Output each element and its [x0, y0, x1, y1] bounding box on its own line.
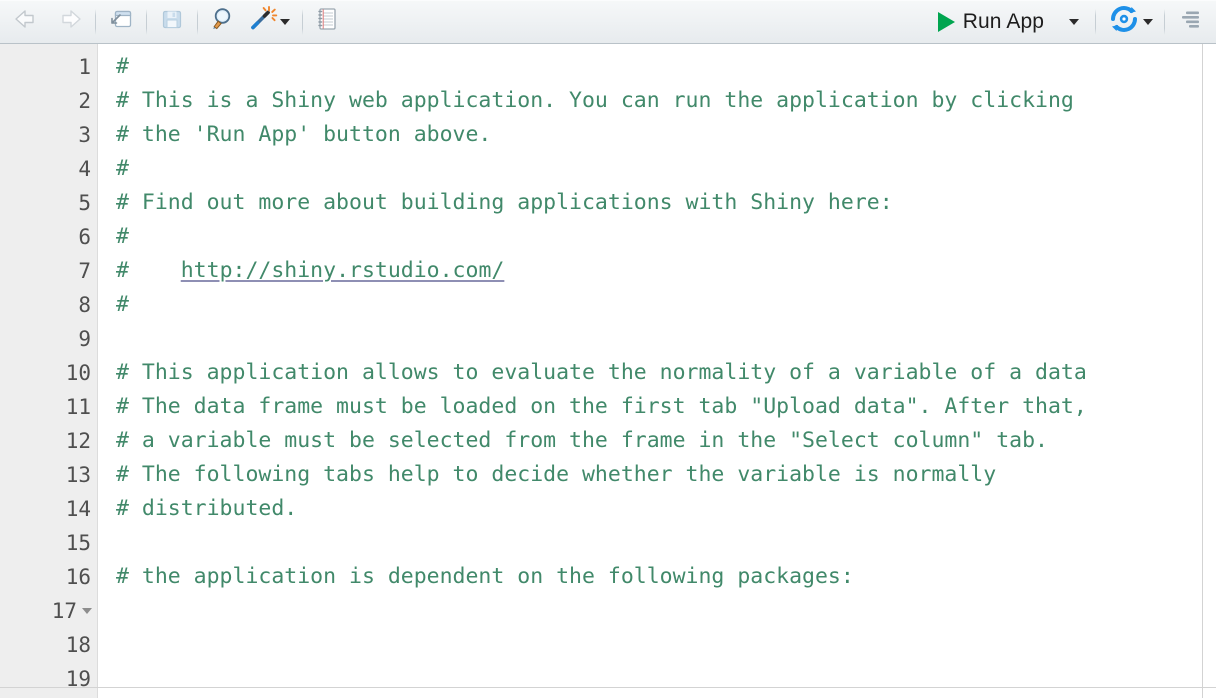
- run-app-button[interactable]: Run App: [932, 6, 1058, 38]
- vertical-scrollbar[interactable]: [1202, 44, 1216, 698]
- code-line: # a variable must be selected from the f…: [116, 428, 1048, 453]
- chevron-down-icon: [1069, 18, 1079, 25]
- line-number: 10: [65, 361, 91, 385]
- back-button[interactable]: [8, 6, 48, 38]
- code-line: # The following tabs help to decide whet…: [116, 462, 997, 487]
- code-line: # http://shiny.rstudio.com/: [116, 258, 505, 283]
- publish-button[interactable]: [1103, 6, 1157, 38]
- toolbar-separator: [146, 8, 147, 35]
- code-line: #: [116, 224, 129, 249]
- code-tools-magic-wand-icon: [248, 6, 278, 37]
- line-number: 17: [0, 594, 97, 628]
- source-editor-pane: Run App 1 2 3 4 5 6 7 8 9 10 11 12 13 14…: [0, 0, 1216, 698]
- line-number: 14: [65, 497, 91, 521]
- compile-report-notebook-icon: [315, 6, 339, 37]
- line-number: 7: [78, 259, 91, 283]
- code-line: # the application is dependent on the fo…: [116, 564, 854, 589]
- toolbar-separator: [95, 8, 96, 35]
- save-icon: [159, 7, 185, 36]
- editor-toolbar: Run App: [0, 0, 1216, 44]
- code-line: #: [116, 156, 129, 181]
- line-number: 6: [78, 225, 91, 249]
- editor-body: 1 2 3 4 5 6 7 8 9 10 11 12 13 14 15 16 1…: [0, 44, 1216, 698]
- code-fold-toggle-icon[interactable]: [81, 594, 93, 628]
- forward-arrow-icon: [53, 8, 83, 35]
- line-number: 18: [65, 633, 91, 657]
- code-line: #: [116, 292, 129, 317]
- line-number: 12: [65, 429, 91, 453]
- shiny-docs-link[interactable]: http://shiny.rstudio.com/: [181, 258, 505, 283]
- save-button[interactable]: [154, 6, 190, 38]
- gutter-bottom-fill: [0, 688, 98, 698]
- toolbar-separator: [302, 8, 303, 35]
- run-app-dropdown-button[interactable]: [1058, 6, 1088, 38]
- code-line: # The data frame must be loaded on the f…: [116, 394, 1087, 419]
- toolbar-separator: [1164, 8, 1165, 35]
- code-line: # the 'Run App' button above.: [116, 122, 492, 147]
- code-line: #: [116, 54, 129, 79]
- code-line: # This application allows to evaluate th…: [116, 360, 1087, 385]
- compile-report-button[interactable]: [310, 6, 344, 38]
- document-outline-button[interactable]: [1172, 6, 1210, 38]
- code-line: install.packages("moments"): [98, 628, 1216, 662]
- code-tools-button[interactable]: [243, 6, 295, 38]
- line-number: 2: [78, 89, 91, 113]
- editor-bottom-divider: [0, 687, 1216, 688]
- publish-icon: [1107, 6, 1141, 37]
- back-arrow-icon: [13, 8, 43, 35]
- code-line: # distributed.: [116, 496, 298, 521]
- line-number: 1: [78, 55, 91, 79]
- chevron-down-icon: [1143, 18, 1153, 25]
- show-in-new-window-button[interactable]: [103, 6, 139, 38]
- find-replace-icon: [210, 6, 238, 37]
- code-line: # This is a Shiny web application. You c…: [116, 88, 1074, 113]
- line-number: 16: [65, 565, 91, 589]
- show-in-new-window-icon: [108, 7, 134, 36]
- line-number: 4: [78, 157, 91, 181]
- toolbar-separator: [1095, 8, 1096, 35]
- run-app-label: Run App: [962, 9, 1044, 33]
- find-replace-button[interactable]: [205, 6, 243, 38]
- line-number: 15: [65, 531, 91, 555]
- line-number-gutter: 1 2 3 4 5 6 7 8 9 10 11 12 13 14 15 16 1…: [0, 44, 98, 698]
- toolbar-right-group: Run App: [932, 6, 1210, 38]
- code-line: # Find out more about building applicati…: [116, 190, 893, 215]
- line-number: 11: [65, 395, 91, 419]
- toolbar-separator: [197, 8, 198, 35]
- line-number: 3: [78, 123, 91, 147]
- line-number: 13: [65, 463, 91, 487]
- code-line: library(moments): [98, 662, 1216, 696]
- toolbar-left-group: [8, 6, 344, 38]
- line-number: 8: [78, 293, 91, 317]
- line-number: 5: [78, 191, 91, 215]
- forward-button[interactable]: [48, 6, 88, 38]
- line-number: 9: [78, 327, 91, 351]
- code-content-area[interactable]: # # This is a Shiny web application. You…: [98, 44, 1216, 698]
- play-triangle-icon: [937, 11, 955, 32]
- chevron-down-icon: [280, 18, 290, 25]
- code-line: if(!require(moments)){: [98, 594, 1216, 628]
- document-outline-icon: [1177, 7, 1205, 36]
